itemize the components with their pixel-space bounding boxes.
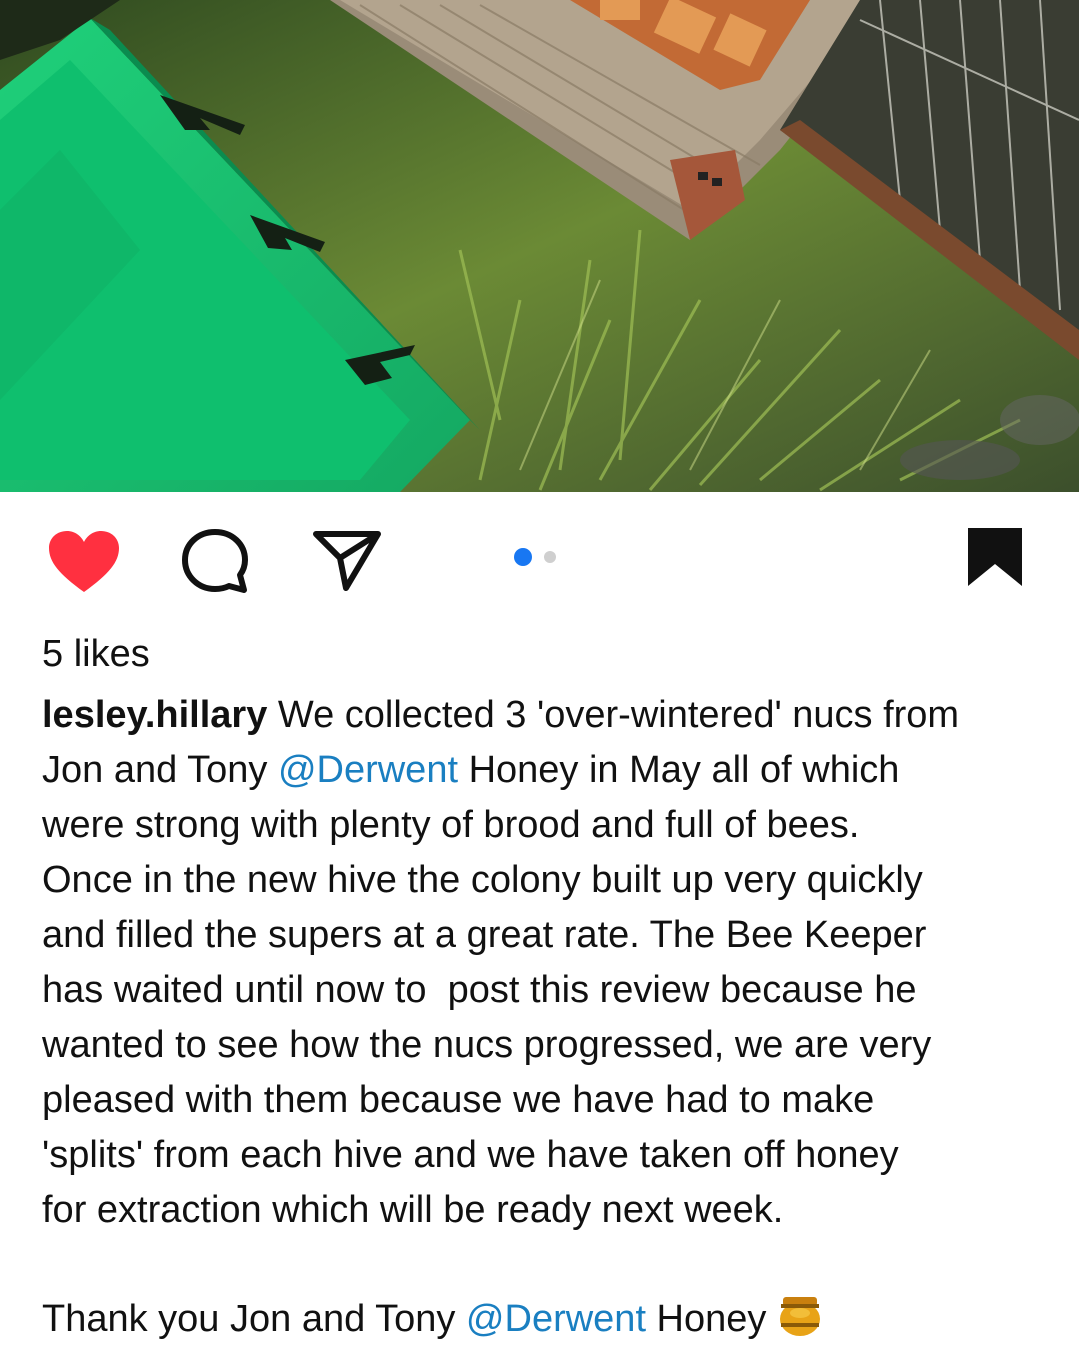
caption-text: Thank you Jon and Tony [42,1298,466,1340]
caption-text: pleased with them because we have had to… [42,1079,875,1121]
save-button[interactable] [966,526,1024,588]
caption-username[interactable]: lesley.hillary [42,694,267,736]
post-photo[interactable] [0,0,1079,492]
share-button[interactable] [312,528,382,592]
caption-text: and filled the supers at a great rate. T… [42,914,927,956]
caption-thanks-line: Thank you Jon and Tony @Derwent Honey [42,1292,823,1347]
caption-text: has waited until now to post this review… [42,969,917,1011]
honey-pot-emoji-icon [777,1293,823,1337]
bookmark-icon [968,528,1022,586]
heart-icon [49,531,119,592]
comment-bubble-icon [182,529,248,593]
caption-text: for extraction which will be ready next … [42,1189,784,1231]
post-photo-art [0,0,1079,492]
like-button[interactable] [47,530,121,594]
carousel-dot [544,551,556,563]
comment-button[interactable] [180,528,250,596]
carousel-dot-active [514,548,532,566]
caption-text: Honey in May all of which [458,749,900,791]
mention-link[interactable]: @Derwent [278,749,458,791]
caption-text: were strong with plenty of brood and ful… [42,804,860,846]
post-caption: lesley.hillary We collected 3 'over-wint… [42,688,1052,1238]
mention-link[interactable]: @Derwent [466,1298,646,1340]
paper-plane-icon [313,531,381,591]
likes-count[interactable]: 5 likes [42,632,150,676]
caption-text: 'splits' from each hive and we have take… [42,1134,899,1176]
caption-text: Honey [646,1298,777,1340]
caption-text: We collected 3 'over-wintered' nucs from [267,694,960,736]
caption-text: Once in the new hive the colony built up… [42,859,923,901]
caption-text: wanted to see how the nucs progressed, w… [42,1024,932,1066]
caption-text: Jon and Tony [42,749,278,791]
